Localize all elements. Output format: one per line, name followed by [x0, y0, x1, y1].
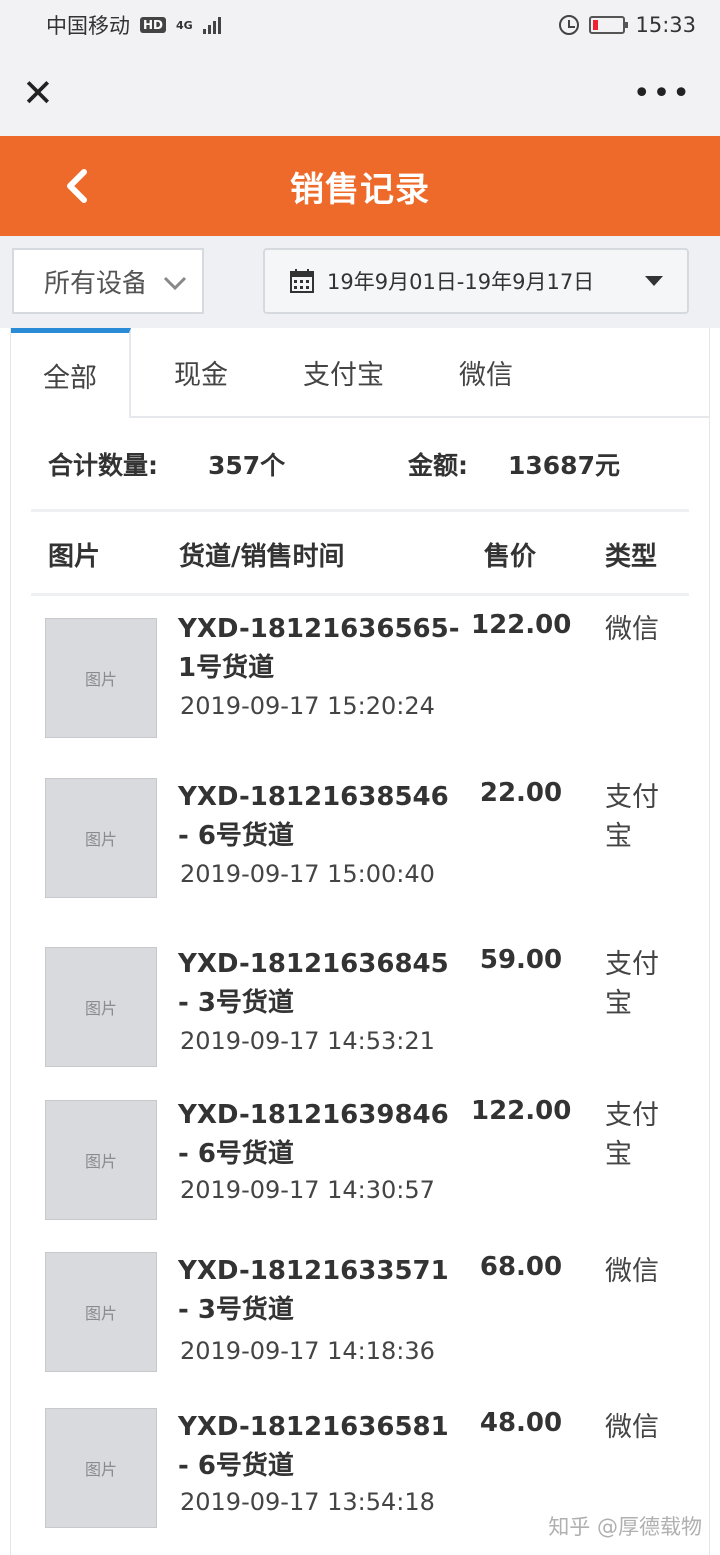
status-right: 15:33	[559, 13, 696, 37]
tab-wechat[interactable]: 微信	[416, 328, 556, 416]
sale-price: 68.00	[479, 1252, 563, 1282]
sale-time: 2019-09-17 14:18:36	[180, 1337, 435, 1365]
alarm-icon	[559, 15, 580, 35]
product-thumbnail-placeholder: 图片	[45, 1408, 157, 1528]
sale-price: 48.00	[479, 1408, 563, 1438]
lane-id: YXD-18121638546 - 6号货道	[178, 782, 449, 851]
total-amount-label: 金额:	[408, 450, 468, 480]
back-arrow-icon[interactable]	[58, 166, 98, 206]
sale-price: 22.00	[479, 778, 563, 808]
product-thumbnail-placeholder: 图片	[45, 1252, 157, 1372]
sale-time: 2019-09-17 13:54:18	[180, 1488, 435, 1516]
lane-id: YXD-18121636565-1号货道	[178, 614, 460, 683]
payment-tabs: 全部 现金 支付宝 微信	[11, 328, 709, 418]
sales-card: 全部 现金 支付宝 微信 合计数量: 357个 金额: 13687元 图片 货道…	[10, 328, 710, 1555]
signal-icon	[202, 16, 221, 34]
total-amount-value: 13687元	[508, 450, 620, 480]
column-header-type: 类型	[605, 542, 658, 572]
column-header-price: 售价	[484, 542, 537, 572]
column-header-image: 图片	[48, 542, 101, 572]
battery-icon	[589, 16, 629, 34]
table-row[interactable]: 图片 YXD-18121633571 - 3号货道 2019-09-17 14:…	[31, 1252, 691, 1392]
device-select-value: 所有设备	[44, 268, 144, 299]
close-icon[interactable]: ✕	[22, 74, 54, 112]
filter-bar: 所有设备 19年9月01日-19年9月17日	[0, 236, 720, 328]
payment-type: 支付宝	[605, 949, 659, 1019]
product-thumbnail-placeholder: 图片	[45, 947, 157, 1067]
sale-price: 122.00	[471, 1096, 572, 1126]
lane-id: YXD-18121633571 - 3号货道	[178, 1256, 449, 1325]
column-header-lane-time: 货道/销售时间	[179, 542, 345, 572]
product-thumbnail-placeholder: 图片	[45, 1100, 157, 1220]
payment-type: 支付宝	[605, 1100, 659, 1170]
sale-price: 122.00	[471, 610, 572, 640]
sale-time: 2019-09-17 15:00:40	[180, 860, 435, 888]
table-row[interactable]: 图片 YXD-18121639846 - 6号货道 2019-09-17 14:…	[31, 1096, 691, 1236]
chevron-down-icon	[163, 276, 187, 291]
watermark: 知乎 @厚德载物	[548, 1515, 702, 1539]
lane-id: YXD-18121636581 - 6号货道	[178, 1412, 449, 1481]
clock: 15:33	[635, 13, 696, 37]
date-range-picker[interactable]: 19年9月01日-19年9月17日	[263, 248, 689, 314]
product-thumbnail-placeholder: 图片	[45, 778, 157, 898]
browser-bar: ✕ •••	[0, 50, 720, 136]
lane-id: YXD-18121636845 - 3号货道	[178, 949, 449, 1018]
page-title: 销售记录	[290, 169, 430, 210]
total-count-value: 357个	[208, 450, 286, 480]
tab-alipay[interactable]: 支付宝	[271, 328, 416, 416]
status-bar: 中国移动 HD 4G 15:33	[0, 0, 720, 50]
carrier-label: 中国移动	[46, 14, 130, 38]
payment-type: 微信	[605, 1412, 659, 1443]
product-thumbnail-placeholder: 图片	[45, 618, 157, 738]
hd-badge: HD	[140, 17, 167, 33]
more-options-icon[interactable]: •••	[633, 76, 692, 111]
device-select[interactable]: 所有设备	[12, 248, 204, 314]
sale-price: 59.00	[479, 945, 563, 975]
summary-bar: 合计数量: 357个 金额: 13687元	[31, 418, 689, 512]
caret-down-icon	[645, 276, 663, 286]
lane-id: YXD-18121639846 - 6号货道	[178, 1100, 449, 1169]
table-row[interactable]: 图片 YXD-18121636565-1号货道 2019-09-17 15:20…	[31, 610, 691, 770]
payment-type: 微信	[605, 614, 659, 645]
date-range-value: 19年9月01日-19年9月17日	[327, 270, 595, 294]
app-header: 销售记录	[0, 136, 720, 236]
table-row[interactable]: 图片 YXD-18121638546 - 6号货道 2019-09-17 15:…	[31, 778, 691, 938]
status-left: 中国移动 HD 4G	[46, 10, 221, 40]
network-label: 4G	[176, 18, 193, 32]
tab-all[interactable]: 全部	[11, 328, 131, 418]
calendar-icon	[290, 269, 314, 293]
sale-time: 2019-09-17 14:53:21	[180, 1027, 435, 1055]
sale-time: 2019-09-17 15:20:24	[180, 692, 435, 720]
payment-type: 支付宝	[605, 782, 659, 852]
payment-type: 微信	[605, 1256, 659, 1287]
tab-cash[interactable]: 现金	[131, 328, 271, 416]
table-row[interactable]: 图片 YXD-18121636845 - 3号货道 2019-09-17 14:…	[31, 945, 691, 1075]
sale-time: 2019-09-17 14:30:57	[180, 1176, 435, 1204]
table-header: 图片 货道/销售时间 售价 类型	[31, 512, 689, 596]
total-count-label: 合计数量:	[48, 450, 158, 480]
